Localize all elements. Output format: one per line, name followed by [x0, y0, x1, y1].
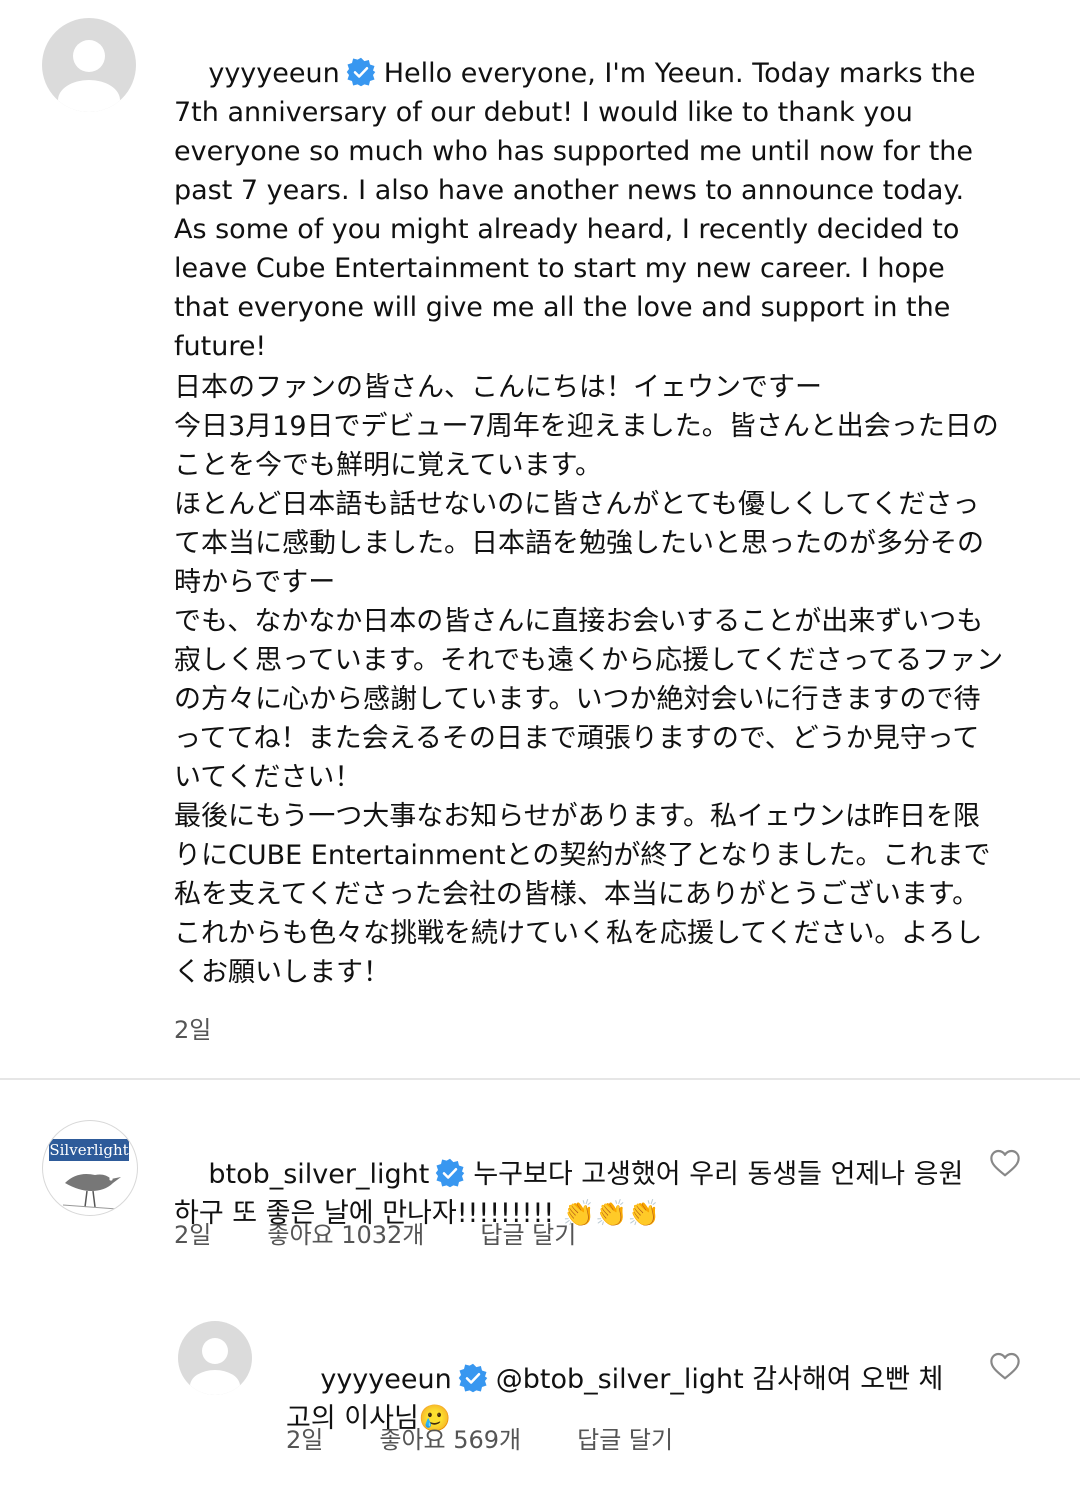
divider: [0, 1078, 1080, 1080]
verified-badge-icon: [458, 1363, 487, 1393]
verified-badge-icon: [436, 1158, 465, 1188]
caption-timestamp: 2일: [174, 1016, 212, 1044]
comment-likes[interactable]: 좋아요 1032개: [267, 1215, 424, 1250]
caption-username[interactable]: yyyyeeun: [208, 58, 339, 89]
verified-badge-icon: [346, 57, 375, 87]
heart-outline-icon[interactable]: [988, 1351, 1022, 1381]
caption-text: yyyyeeun Hello everyone, I'm Yeeun. Today…: [174, 15, 1004, 405]
comment-timestamp: 2일: [174, 1221, 212, 1249]
default-profile-icon[interactable]: [178, 1321, 252, 1395]
caption-body-en: Hello everyone, I'm Yeeun. Today marks t…: [174, 58, 985, 362]
caption-meta: 2일: [174, 1010, 211, 1045]
comment-item: Silverlight btob_silver_light 누구보다 고생했어 우…: [0, 1100, 1080, 1280]
user-avatar[interactable]: Silverlight: [42, 1120, 138, 1216]
caption-body-jp: 日本のファンの皆さん、こんにちは！イェウンですー 今日3月19日でデビュー7周年…: [174, 372, 1004, 988]
reply-item: yyyyeeun @btob_silver_light 감사해여 오빤 체고의 이…: [0, 1305, 1080, 1485]
heart-outline-icon[interactable]: [988, 1148, 1022, 1178]
bird-icon: [62, 1174, 121, 1210]
reply-likes[interactable]: 좋아요 569개: [379, 1420, 521, 1455]
reply-button[interactable]: 답글 달기: [577, 1420, 673, 1455]
reply-button[interactable]: 답글 달기: [480, 1215, 576, 1250]
comment-meta: 2일 좋아요 1032개 답글 달기: [174, 1215, 576, 1250]
reply-username[interactable]: yyyyeeun: [320, 1364, 451, 1395]
clap-emoji: 👏👏👏: [562, 1199, 660, 1229]
caption-comment: yyyyeeun Hello everyone, I'm Yeeun. Today…: [0, 0, 1080, 1080]
comment-username[interactable]: btob_silver_light: [208, 1159, 429, 1190]
reply-timestamp: 2일: [286, 1426, 324, 1454]
default-profile-icon[interactable]: [42, 18, 136, 112]
reply-meta: 2일 좋아요 569개 답글 달기: [286, 1420, 673, 1455]
